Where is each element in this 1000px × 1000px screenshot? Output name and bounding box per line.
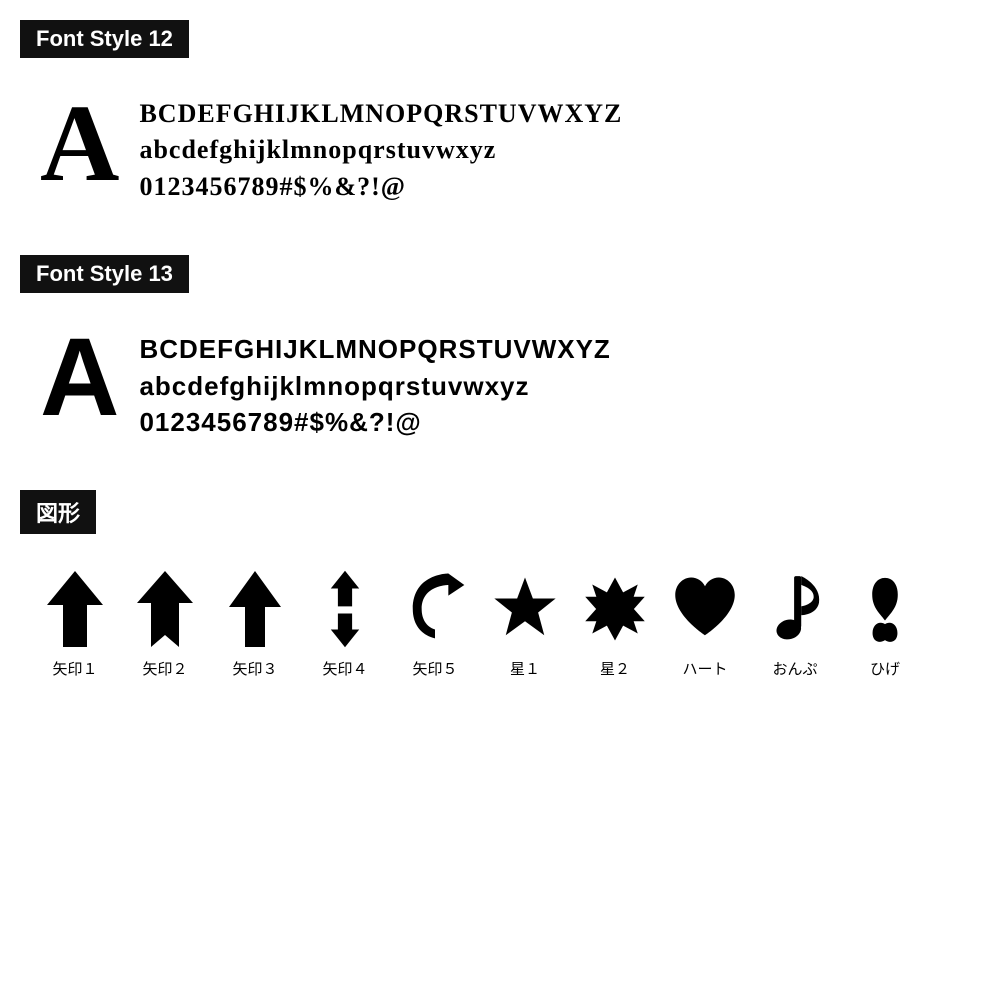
font-style-13-big-letter: A [40, 323, 119, 433]
font-style-12-section: Font Style 12 A BCDEFGHIJKLMNOPQRSTUVWXY… [20, 20, 980, 225]
shapes-header: 図形 [20, 490, 96, 534]
shape-yajirushi1: 矢印１ [30, 564, 120, 679]
shape-onpu: おんぷ [750, 564, 840, 679]
font-style-12-demo: A BCDEFGHIJKLMNOPQRSTUVWXYZ abcdefghijkl… [20, 78, 980, 225]
font-style-13-numbers: 0123456789#$%&?!@ [139, 404, 610, 440]
font-style-13-uppercase: BCDEFGHIJKLMNOPQRSTUVWXYZ [139, 331, 610, 367]
hoshi1-label: 星１ [510, 658, 540, 679]
font-style-13-lowercase: abcdefghijklmnopqrstuvwxyz [139, 368, 610, 404]
font-style-12-lowercase: abcdefghijklmnopqrstuvwxyz [139, 132, 622, 168]
shapes-section: 図形 矢印１ 矢印２ [20, 490, 980, 689]
hige-label: ひげ [870, 658, 900, 679]
font-style-12-numbers: 0123456789#$%&?!@ [139, 169, 622, 205]
hoshi2-label: 星２ [600, 658, 630, 679]
onpu-label: おんぷ [772, 658, 817, 679]
onpu-icon [760, 564, 830, 654]
shape-hoshi1: 星１ [480, 564, 570, 679]
hoshi2-icon [580, 564, 650, 654]
shapes-grid: 矢印１ 矢印２ 矢印３ [20, 554, 980, 689]
hoshi1-icon [490, 564, 560, 654]
yajirushi3-label: 矢印３ [232, 658, 277, 679]
shape-heart: ハート [660, 564, 750, 679]
shape-yajirushi2: 矢印２ [120, 564, 210, 679]
font-style-13-demo: A BCDEFGHIJKLMNOPQRSTUVWXYZ abcdefghijkl… [20, 313, 980, 460]
font-style-13-header: Font Style 13 [20, 255, 189, 293]
yajirushi5-label: 矢印５ [412, 658, 457, 679]
heart-label: ハート [682, 658, 727, 679]
yajirushi2-icon [130, 564, 200, 654]
font-style-12-big-letter: A [40, 88, 119, 198]
yajirushi4-label: 矢印４ [322, 658, 367, 679]
shape-hige: ひげ [840, 564, 930, 679]
font-style-13-chars: BCDEFGHIJKLMNOPQRSTUVWXYZ abcdefghijklmn… [139, 323, 610, 440]
yajirushi2-label: 矢印２ [142, 658, 187, 679]
shape-yajirushi4: 矢印４ [300, 564, 390, 679]
font-style-12-uppercase: BCDEFGHIJKLMNOPQRSTUVWXYZ [139, 96, 622, 132]
hige-icon [850, 564, 920, 654]
yajirushi1-label: 矢印１ [52, 658, 97, 679]
font-style-12-chars: BCDEFGHIJKLMNOPQRSTUVWXYZ abcdefghijklmn… [139, 88, 622, 205]
font-style-13-section: Font Style 13 A BCDEFGHIJKLMNOPQRSTUVWXY… [20, 255, 980, 460]
heart-icon [670, 564, 740, 654]
yajirushi4-icon [310, 564, 380, 654]
shape-hoshi2: 星２ [570, 564, 660, 679]
yajirushi5-icon [400, 564, 470, 654]
shape-yajirushi3: 矢印３ [210, 564, 300, 679]
yajirushi3-icon [220, 564, 290, 654]
font-style-12-header: Font Style 12 [20, 20, 189, 58]
shape-yajirushi5: 矢印５ [390, 564, 480, 679]
yajirushi1-icon [40, 564, 110, 654]
